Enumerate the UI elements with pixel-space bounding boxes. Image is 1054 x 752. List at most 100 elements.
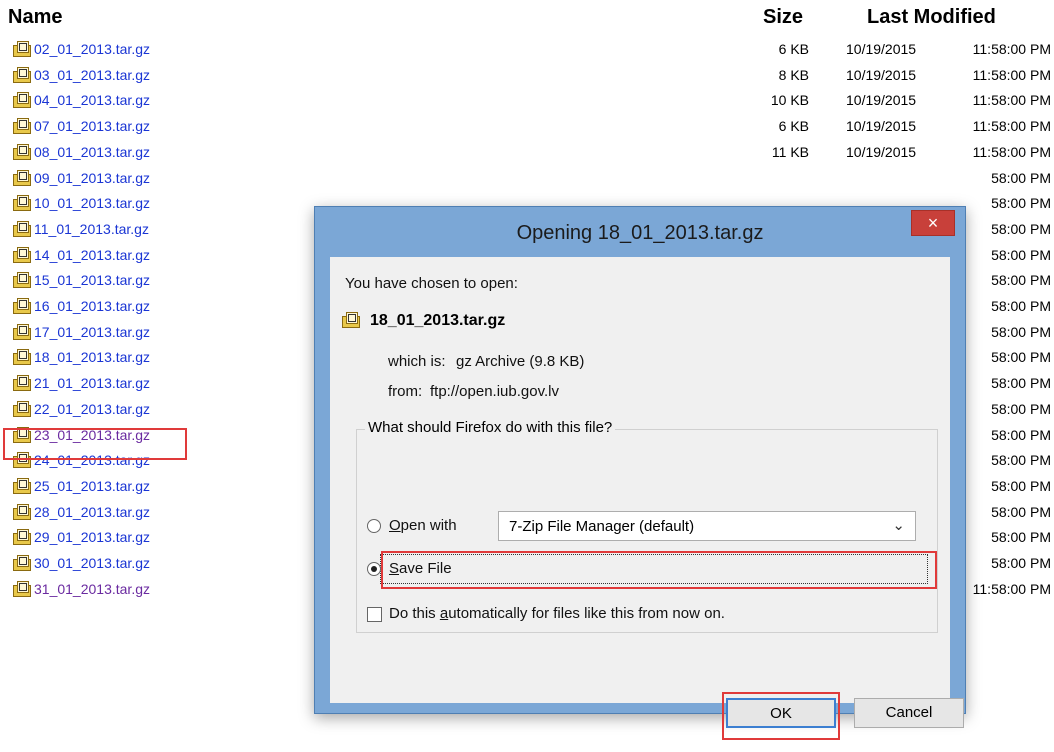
open-with-app-value: 7-Zip File Manager (default) bbox=[509, 518, 695, 535]
archive-file-icon bbox=[13, 170, 31, 186]
file-link[interactable]: 31_01_2013.tar.gz bbox=[34, 581, 150, 597]
file-link[interactable]: 09_01_2013.tar.gz bbox=[34, 170, 150, 186]
file-link[interactable]: 04_01_2013.tar.gz bbox=[34, 92, 150, 108]
file-time: 58:00 PM bbox=[991, 349, 1051, 365]
file-size: 11 KB bbox=[771, 144, 809, 160]
file-link[interactable]: 07_01_2013.tar.gz bbox=[34, 118, 150, 134]
file-link[interactable]: 29_01_2013.tar.gz bbox=[34, 529, 150, 545]
archive-file-icon bbox=[13, 195, 31, 211]
file-link[interactable]: 17_01_2013.tar.gz bbox=[34, 324, 150, 340]
archive-file-icon bbox=[13, 67, 31, 83]
open-with-label[interactable]: Open with bbox=[389, 517, 457, 534]
file-row: 09_01_2013.tar.gz 58:00 PM bbox=[0, 167, 1054, 191]
open-file-dialog: Opening 18_01_2013.tar.gz × You have cho… bbox=[314, 206, 966, 740]
file-link[interactable]: 15_01_2013.tar.gz bbox=[34, 272, 150, 288]
archive-file-icon bbox=[13, 144, 31, 160]
file-link[interactable]: 22_01_2013.tar.gz bbox=[34, 401, 150, 417]
file-link[interactable]: 11_01_2013.tar.gz bbox=[34, 221, 149, 237]
file-time: 58:00 PM bbox=[991, 272, 1051, 288]
file-time: 58:00 PM bbox=[991, 324, 1051, 340]
file-time: 11:58:00 PM bbox=[972, 581, 1051, 597]
file-size: 10 KB bbox=[770, 92, 809, 108]
column-header-size[interactable]: Size bbox=[763, 6, 803, 29]
file-time: 58:00 PM bbox=[991, 504, 1051, 520]
column-header-last-modified[interactable]: Last Modified bbox=[867, 6, 996, 29]
archive-file-icon bbox=[13, 118, 31, 134]
file-link[interactable]: 18_01_2013.tar.gz bbox=[34, 349, 150, 365]
archive-file-icon bbox=[13, 221, 31, 237]
dialog-title: Opening 18_01_2013.tar.gz bbox=[516, 222, 764, 244]
file-time: 58:00 PM bbox=[991, 452, 1051, 468]
which-is-label: which is: bbox=[388, 353, 446, 370]
archive-file-icon bbox=[13, 41, 31, 57]
file-time: 58:00 PM bbox=[991, 401, 1051, 417]
file-link[interactable]: 16_01_2013.tar.gz bbox=[34, 298, 150, 314]
file-size: 8 KB bbox=[778, 67, 809, 83]
archive-file-icon bbox=[13, 375, 31, 391]
file-time: 11:58:00 PM bbox=[972, 67, 1051, 83]
column-header-name[interactable]: Name bbox=[8, 6, 62, 29]
open-with-app-select[interactable]: 7-Zip File Manager (default) ⌄ bbox=[498, 511, 916, 541]
dialog-body: You have chosen to open: 18_01_2013.tar.… bbox=[330, 257, 964, 740]
archive-file-icon bbox=[13, 478, 31, 494]
file-date: 10/19/2015 bbox=[846, 41, 917, 57]
archive-file-icon bbox=[13, 504, 31, 520]
auto-label[interactable]: Do this automatically for files like thi… bbox=[389, 605, 725, 622]
file-time: 58:00 PM bbox=[991, 298, 1051, 314]
file-time: 11:58:00 PM bbox=[972, 41, 1051, 57]
highlight-selected-file bbox=[3, 428, 187, 460]
auto-checkbox[interactable] bbox=[367, 607, 382, 622]
file-time: 58:00 PM bbox=[991, 170, 1051, 186]
file-time: 58:00 PM bbox=[991, 478, 1051, 494]
file-time: 58:00 PM bbox=[991, 375, 1051, 391]
archive-file-icon bbox=[13, 555, 31, 571]
chevron-down-icon: ⌄ bbox=[892, 517, 905, 534]
from-value: ftp://open.iub.gov.lv bbox=[430, 383, 559, 400]
archive-file-icon bbox=[13, 324, 31, 340]
close-icon[interactable]: × bbox=[911, 210, 955, 236]
file-time: 11:58:00 PM bbox=[972, 92, 1051, 108]
file-link[interactable]: 28_01_2013.tar.gz bbox=[34, 504, 150, 520]
save-file-radio[interactable] bbox=[367, 562, 381, 576]
file-time: 11:58:00 PM bbox=[972, 118, 1051, 134]
file-time: 11:58:00 PM bbox=[972, 144, 1051, 160]
archive-file-icon bbox=[13, 529, 31, 545]
file-size: 6 KB bbox=[778, 118, 809, 134]
archive-file-icon bbox=[13, 298, 31, 314]
archive-file-icon bbox=[13, 92, 31, 108]
action-question: What should Firefox do with this file? bbox=[365, 419, 616, 436]
file-link[interactable]: 30_01_2013.tar.gz bbox=[34, 555, 150, 571]
dialog-filename: 18_01_2013.tar.gz bbox=[370, 312, 506, 329]
file-date: 10/19/2015 bbox=[846, 118, 917, 134]
file-row: 02_01_2013.tar.gz 6 KB 10/19/2015 11:58:00 … bbox=[0, 38, 1054, 62]
file-time: 58:00 PM bbox=[991, 221, 1051, 237]
file-time: 58:00 PM bbox=[991, 247, 1051, 263]
file-link[interactable]: 02_01_2013.tar.gz bbox=[34, 41, 150, 57]
file-link[interactable]: 21_01_2013.tar.gz bbox=[34, 375, 150, 391]
file-time: 58:00 PM bbox=[991, 427, 1051, 443]
archive-file-icon bbox=[13, 581, 31, 597]
which-is-value: gz Archive (9.8 KB) bbox=[456, 353, 585, 370]
file-link[interactable]: 14_01_2013.tar.gz bbox=[34, 247, 150, 263]
cancel-button[interactable]: Cancel bbox=[854, 698, 964, 728]
file-row: 07_01_2013.tar.gz 6 KB 10/19/2015 11:58:00 … bbox=[0, 115, 1054, 139]
archive-file-icon bbox=[13, 401, 31, 417]
file-size: 6 KB bbox=[778, 41, 809, 57]
file-link[interactable]: 25_01_2013.tar.gz bbox=[34, 478, 150, 494]
file-row: 03_01_2013.tar.gz 8 KB 10/19/2015 11:58:00 … bbox=[0, 64, 1054, 88]
from-label: from: bbox=[388, 383, 423, 400]
archive-file-icon bbox=[13, 272, 31, 288]
file-time: 58:00 PM bbox=[991, 195, 1051, 211]
highlight-ok-button bbox=[722, 692, 840, 740]
file-row: 08_01_2013.tar.gz 11 KB 10/19/2015 11:58:00… bbox=[0, 141, 1054, 165]
file-link[interactable]: 10_01_2013.tar.gz bbox=[34, 195, 150, 211]
archive-file-icon bbox=[13, 349, 31, 365]
chosen-label: You have chosen to open: bbox=[345, 275, 518, 292]
file-date: 10/19/2015 bbox=[846, 144, 917, 160]
file-link[interactable]: 08_01_2013.tar.gz bbox=[34, 144, 150, 160]
archive-file-icon bbox=[13, 247, 31, 263]
open-with-radio[interactable] bbox=[367, 519, 381, 533]
file-time: 58:00 PM bbox=[991, 529, 1051, 545]
file-link[interactable]: 03_01_2013.tar.gz bbox=[34, 67, 150, 83]
highlight-save-file bbox=[381, 551, 937, 589]
